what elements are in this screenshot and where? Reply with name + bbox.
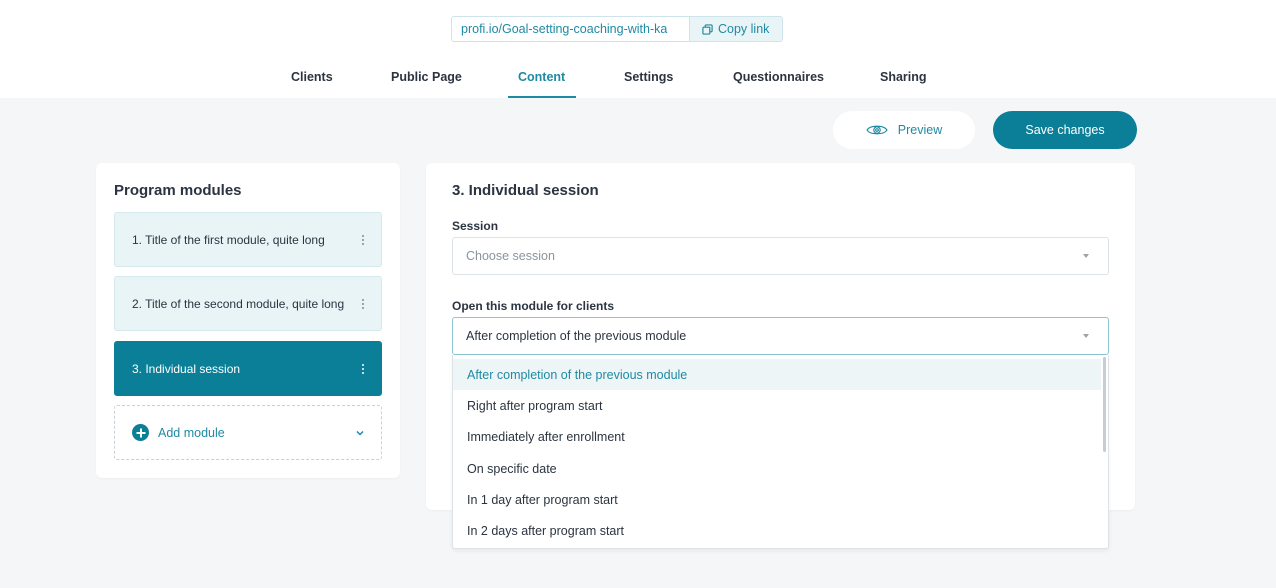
more-options-icon[interactable] [361,234,365,245]
module-item-1[interactable]: 1. Title of the first module, quite long [114,212,382,267]
more-options-icon[interactable] [361,363,365,374]
dropdown-option-program-start[interactable]: Right after program start [453,390,1103,421]
session-select-value: Choose session [466,249,555,263]
dropdown-option-enrollment[interactable]: Immediately after enrollment [453,421,1103,452]
dropdown-option-2-days[interactable]: In 2 days after program start [453,515,1103,546]
modules-title: Program modules [114,182,242,199]
tab-questionnaires[interactable]: Questionnaires [733,70,824,84]
open-module-label: Open this module for clients [452,299,615,313]
preview-button[interactable]: Preview [833,111,975,149]
module-item-label: 1. Title of the first module, quite long [132,232,325,247]
open-module-dropdown: After completion of the previous module … [452,355,1109,549]
dropdown-scrollbar[interactable] [1101,355,1108,548]
scrollbar-thumb[interactable] [1103,357,1106,452]
session-select[interactable]: Choose session [452,237,1109,275]
top-bar: profi.io/Goal-setting-coaching-with-ka C… [0,0,1276,98]
module-item-label: 3. Individual session [132,361,241,376]
module-detail-title: 3. Individual session [452,182,599,199]
copy-link-button[interactable]: Copy link [689,17,783,41]
module-item-label: 2. Title of the second module, quite lon… [132,296,345,311]
module-item-2[interactable]: 2. Title of the second module, quite lon… [114,276,382,331]
tab-sharing[interactable]: Sharing [880,70,927,84]
more-options-icon[interactable] [361,298,365,309]
main-tabs: Clients Public Page Content Settings Que… [0,70,1276,98]
tab-settings[interactable]: Settings [624,70,673,84]
program-url[interactable]: profi.io/Goal-setting-coaching-with-ka [452,17,689,41]
caret-down-icon [1083,254,1089,258]
chevron-down-icon[interactable] [355,428,365,438]
save-changes-button[interactable]: Save changes [993,111,1137,149]
add-module-button[interactable]: Add module [114,405,382,460]
program-link-box: profi.io/Goal-setting-coaching-with-ka C… [451,16,784,42]
program-modules-card: Program modules 1. Title of the first mo… [96,163,400,478]
tab-public-page[interactable]: Public Page [391,70,462,84]
caret-down-icon [1083,334,1089,338]
plus-circle-icon [132,424,149,441]
session-label: Session [452,219,499,233]
preview-label: Preview [897,123,943,137]
eye-icon [866,125,888,135]
dropdown-option-previous-module[interactable]: After completion of the previous module [453,359,1103,390]
tab-clients[interactable]: Clients [291,70,333,84]
add-module-label: Add module [158,425,225,440]
open-module-select-value: After completion of the previous module [466,329,687,343]
active-tab-indicator [508,96,576,98]
copy-link-label: Copy link [718,22,770,36]
dropdown-option-1-day[interactable]: In 1 day after program start [453,484,1103,515]
module-item-3[interactable]: 3. Individual session [114,341,382,396]
open-module-select[interactable]: After completion of the previous module [452,317,1109,355]
copy-icon [702,23,713,35]
dropdown-option-specific-date[interactable]: On specific date [453,453,1103,484]
tab-content[interactable]: Content [518,70,565,84]
